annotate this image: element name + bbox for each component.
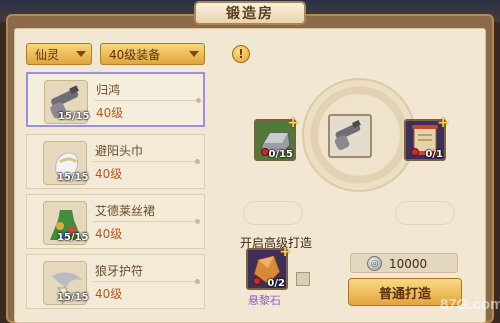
plus-icon: +	[437, 115, 449, 131]
divider	[93, 281, 197, 282]
equipment-list-item[interactable]: 15/15 归鸿 40级	[26, 72, 205, 127]
lacking-indicator	[411, 148, 419, 156]
cost-value: 10000	[389, 257, 428, 271]
item-count: 15/15	[58, 111, 90, 122]
item-level: 40级	[95, 227, 123, 241]
item-name: 避阳头巾	[95, 144, 144, 158]
equipment-list-item[interactable]: 15/15 避阳头巾 40级	[26, 134, 205, 189]
window-title: 锻造房	[194, 1, 306, 25]
level-dropdown-label: 40级装备	[109, 47, 161, 62]
stone-count: 0/2	[267, 278, 285, 289]
material-slot-right[interactable]: + 0/1	[404, 115, 449, 161]
divider	[93, 221, 197, 222]
divider-dot	[195, 219, 200, 224]
silver-coin-icon: ◎	[367, 256, 382, 271]
item-level: 40级	[95, 287, 123, 301]
target-equipment-slot[interactable]	[328, 114, 372, 158]
cloud-decoration	[395, 201, 455, 225]
level-dropdown[interactable]: 40级装备	[100, 43, 205, 65]
plus-icon: +	[287, 115, 299, 131]
info-button[interactable]: !	[232, 45, 250, 63]
material-count: 0/1	[425, 149, 443, 160]
material-slot-left[interactable]: + 0/15	[254, 115, 299, 161]
advanced-forge-checkbox[interactable]	[296, 272, 310, 286]
cost-display: ◎ 10000	[350, 253, 458, 273]
item-level: 40级	[96, 106, 124, 120]
cloud-decoration	[243, 201, 303, 225]
advanced-stone-slot[interactable]: + 0/2	[246, 244, 291, 290]
item-count: 15/15	[57, 232, 89, 243]
item-level: 40级	[95, 167, 123, 181]
item-count: 15/15	[57, 172, 89, 183]
item-name: 归鸿	[96, 83, 121, 97]
category-dropdown[interactable]: 仙灵	[26, 43, 92, 65]
material-count: 0/15	[268, 149, 293, 160]
cannon-icon	[334, 119, 361, 150]
divider-dot	[195, 279, 200, 284]
divider-dot	[196, 98, 201, 103]
divider	[94, 100, 198, 101]
equipment-list-item[interactable]: 15/15 狼牙护符 40级	[26, 254, 205, 309]
chevron-down-icon	[189, 51, 199, 57]
watermark: 87G.com	[440, 296, 500, 313]
item-name: 艾德莱丝裙	[95, 204, 156, 218]
category-dropdown-label: 仙灵	[35, 47, 60, 62]
lacking-indicator	[253, 277, 261, 285]
divider-dot	[195, 159, 200, 164]
equipment-list-item[interactable]: 15/15 艾德莱丝裙 40级	[26, 194, 205, 249]
chevron-down-icon	[76, 51, 86, 57]
plus-icon: +	[279, 244, 291, 260]
divider	[93, 161, 197, 162]
item-count: 15/15	[57, 292, 89, 303]
stone-name: 悬黎石	[248, 294, 281, 307]
item-name: 狼牙护符	[95, 264, 144, 278]
